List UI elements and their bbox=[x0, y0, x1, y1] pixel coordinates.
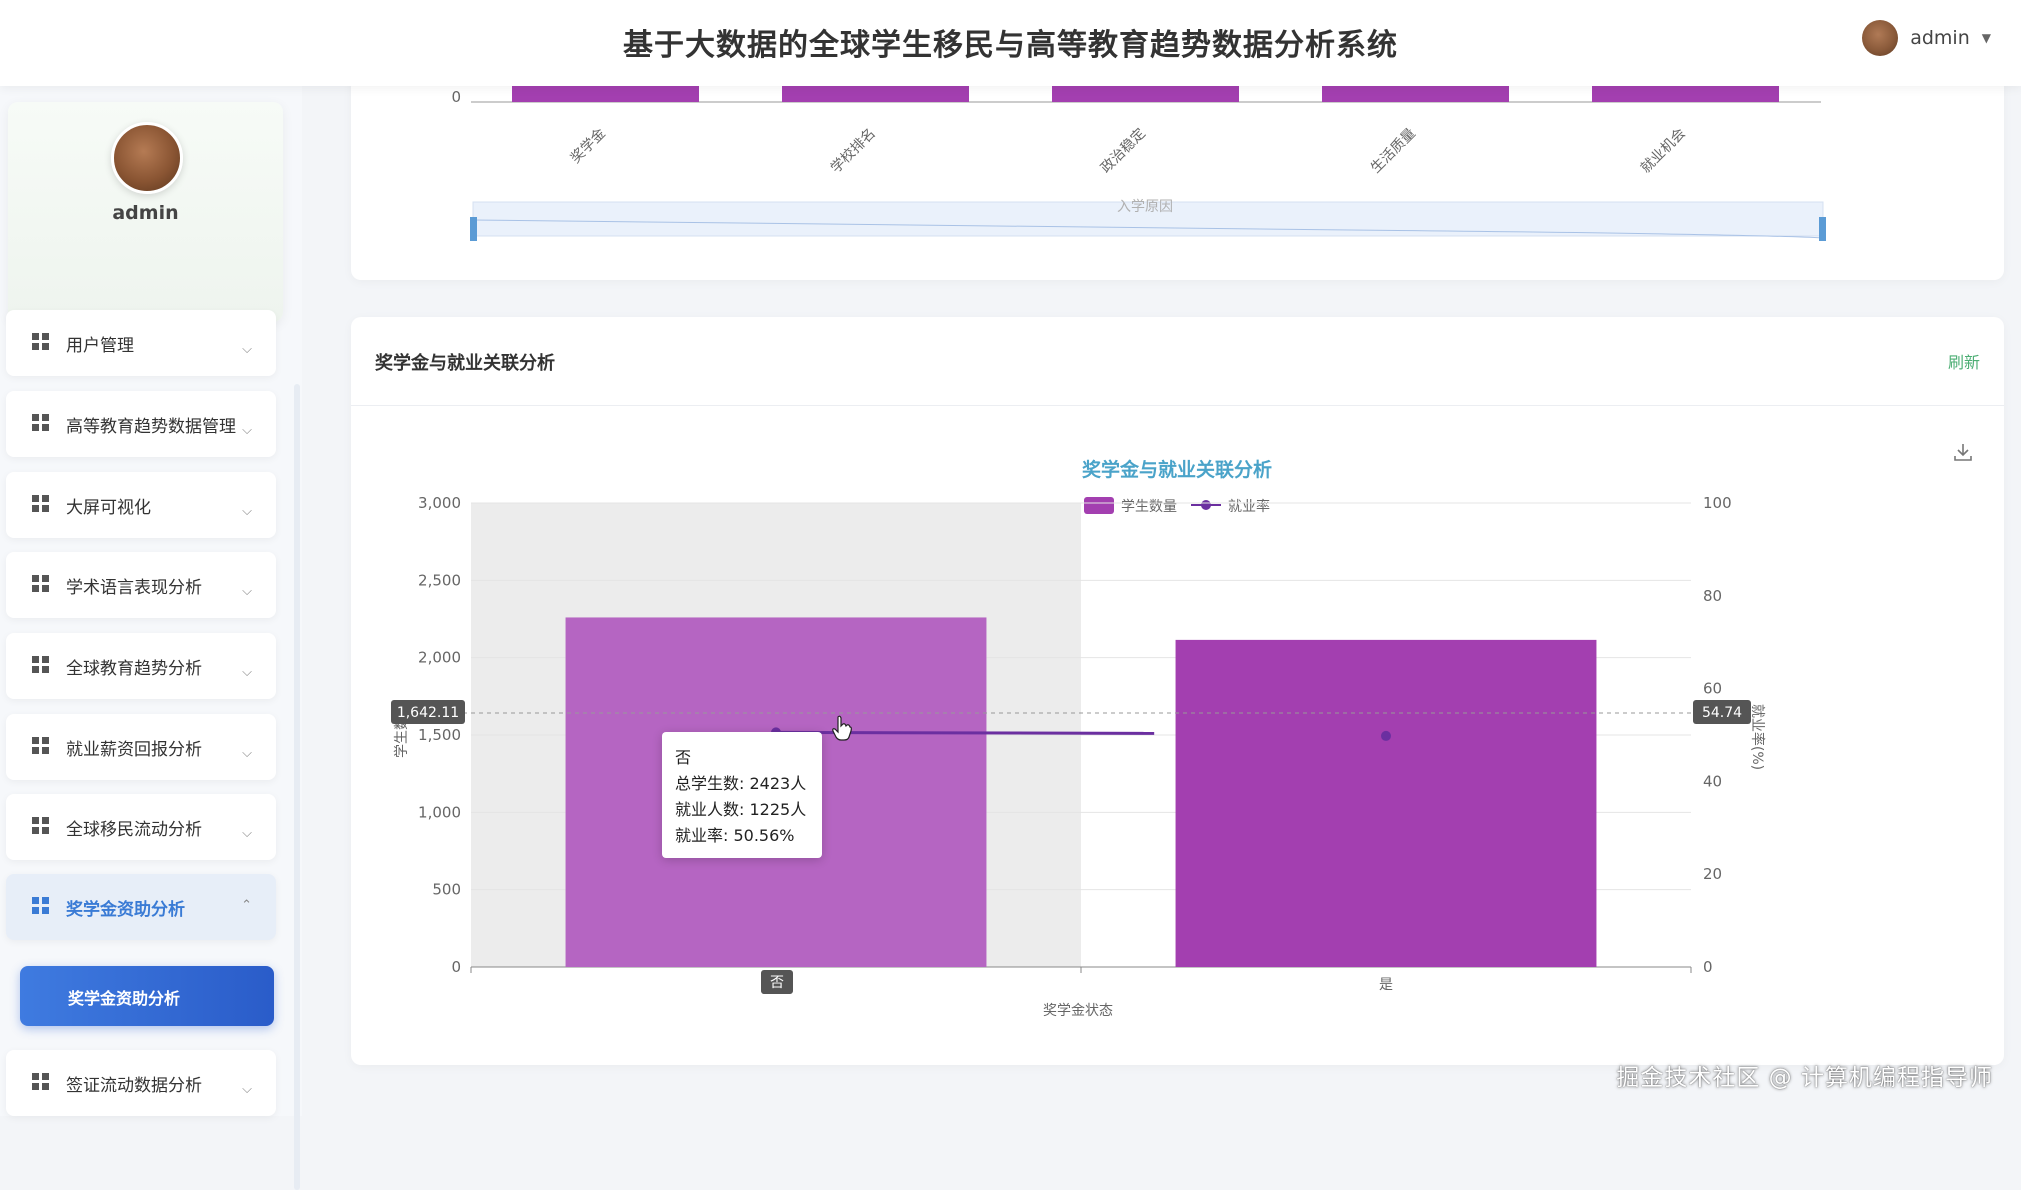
y-tick-label-right: 80 bbox=[1703, 587, 1722, 605]
bar[interactable] bbox=[1592, 86, 1779, 102]
top-header: 基于大数据的全球学生移民与高等教育趋势数据分析系统 admin ▼ bbox=[0, 0, 2021, 86]
y-tick-label-left: 0 bbox=[451, 958, 461, 976]
axis-pointer-value-left: 1,642.11 bbox=[397, 705, 459, 721]
x-tick-label: 奖学金 bbox=[567, 125, 609, 167]
bar[interactable] bbox=[782, 86, 969, 102]
bar[interactable] bbox=[1175, 639, 1597, 967]
y-axis-title-right: 就业率(%) bbox=[1749, 704, 1766, 770]
y-tick-label-right: 20 bbox=[1703, 865, 1722, 883]
caret-down-icon[interactable]: ▼ bbox=[1982, 31, 1991, 45]
bar[interactable] bbox=[512, 86, 699, 102]
grid-icon bbox=[32, 656, 49, 673]
axis-pointer-value-x: 否 bbox=[770, 975, 784, 991]
watermark: 掘金技术社区 @ 计算机编程指导师 bbox=[1616, 1065, 1993, 1091]
grid-icon bbox=[32, 495, 49, 512]
sidebar: admin 用户管理 ⌵ 高等教育趋势数据管理 ⌵ 大屏可视化 ⌵ 学术语言表现… bbox=[0, 74, 302, 1190]
scholarship-employment-card: 奖学金与就业关联分析 刷新 奖学金与就业关联分析 学生数量 就业率 0 500 1,… bbox=[351, 317, 2004, 1065]
y-tick-label-right: 40 bbox=[1703, 772, 1722, 790]
x-tick-label: 是 bbox=[1379, 977, 1393, 993]
chevron-down-icon: ⌵ bbox=[242, 746, 252, 761]
chevron-down-icon: ⌵ bbox=[242, 1082, 252, 1097]
y-tick-label-right: 0 bbox=[1703, 958, 1713, 976]
grid-icon bbox=[32, 575, 49, 592]
chevron-down-icon: ⌵ bbox=[242, 504, 252, 519]
scholarship-chart: 奖学金与就业关联分析 学生数量 就业率 0 500 1,000 1,500 2,000 2… bbox=[391, 458, 1766, 1019]
chevron-down-icon: ⌵ bbox=[242, 342, 252, 357]
x-tick-label: 生活质量 bbox=[1368, 126, 1419, 177]
y-tick-label-left: 2,000 bbox=[418, 649, 461, 667]
grid-icon bbox=[32, 817, 49, 834]
page-title: 基于大数据的全球学生移民与高等教育趋势数据分析系统 bbox=[623, 28, 1398, 63]
y-tick-label: 0 bbox=[451, 88, 461, 106]
chevron-down-icon: ⌵ bbox=[242, 826, 252, 841]
sidebar-item-label: 全球教育趋势分析 bbox=[66, 659, 202, 679]
grid-icon bbox=[32, 333, 49, 350]
chevron-down-icon: ⌵ bbox=[242, 665, 252, 680]
legend-swatch-bar[interactable] bbox=[1084, 497, 1114, 514]
sidebar-item-academic-language[interactable]: 学术语言表现分析 ⌵ bbox=[6, 552, 276, 618]
submenu-item-label: 奖学金资助分析 bbox=[68, 989, 181, 1008]
sidebar-item-visa-flow[interactable]: 签证流动数据分析 ⌵ bbox=[6, 1050, 276, 1116]
y-tick-label-left: 2,500 bbox=[418, 571, 461, 589]
legend-swatch-point[interactable] bbox=[1201, 500, 1211, 510]
x-tick-label: 学校排名 bbox=[827, 125, 879, 177]
datazoom-label: 入学原因 bbox=[1117, 199, 1173, 215]
avatar[interactable] bbox=[1862, 20, 1899, 56]
user-menu[interactable]: admin ▼ bbox=[1862, 20, 1991, 56]
grid-icon bbox=[32, 897, 49, 914]
sidebar-item-label: 就业薪资回报分析 bbox=[66, 740, 202, 760]
hand-cursor-icon bbox=[832, 715, 852, 741]
chart-tooltip: 否 总学生数: 2423人 就业人数: 1225人 就业率: 50.56% bbox=[662, 732, 822, 858]
y-tick-label-left: 1,000 bbox=[418, 803, 461, 821]
y-tick-label-left: 1,500 bbox=[418, 726, 461, 744]
tooltip-title: 否 bbox=[675, 748, 692, 767]
sidebar-item-users[interactable]: 用户管理 ⌵ bbox=[6, 310, 276, 376]
axis-pointer-value-right: 54.74 bbox=[1702, 705, 1742, 721]
x-tick-label: 就业机会 bbox=[1638, 126, 1689, 177]
y-tick-label-left: 3,000 bbox=[418, 494, 461, 512]
tooltip-line: 总学生数: 2423人 bbox=[675, 774, 807, 793]
chevron-down-icon: ⌵ bbox=[242, 584, 252, 599]
sidebar-item-salary-return[interactable]: 就业薪资回报分析 ⌵ bbox=[6, 714, 276, 780]
user-name[interactable]: admin bbox=[1910, 27, 1970, 49]
data-point[interactable] bbox=[1381, 730, 1391, 741]
bar[interactable] bbox=[1052, 86, 1239, 102]
sidebar-item-global-edu-trend[interactable]: 全球教育趋势分析 ⌵ bbox=[6, 633, 276, 699]
sidebar-item-label: 大屏可视化 bbox=[66, 498, 151, 518]
sidebar-item-migration-flow[interactable]: 全球移民流动分析 ⌵ bbox=[6, 794, 276, 860]
x-axis-title: 奖学金状态 bbox=[1043, 1002, 1113, 1019]
sidebar-scrollbar[interactable] bbox=[294, 384, 300, 1190]
datazoom-handle-right[interactable] bbox=[1819, 217, 1826, 241]
datazoom-handle-left[interactable] bbox=[470, 217, 477, 241]
submenu-item-scholarship-analysis[interactable]: 奖学金资助分析 bbox=[20, 966, 274, 1026]
grid-icon bbox=[32, 737, 49, 754]
chart-title: 奖学金与就业关联分析 bbox=[1082, 458, 1272, 481]
sidebar-item-label: 奖学金资助分析 bbox=[66, 900, 185, 920]
y-tick-label-right: 60 bbox=[1703, 680, 1722, 698]
sidebar-item-label: 用户管理 bbox=[66, 336, 134, 356]
y-tick-label-right: 100 bbox=[1703, 494, 1732, 512]
x-tick-label: 政治稳定 bbox=[1098, 126, 1149, 177]
tooltip-line: 就业人数: 1225人 bbox=[675, 800, 807, 819]
profile-avatar bbox=[111, 122, 183, 194]
tooltip-line: 就业率: 50.56% bbox=[675, 826, 795, 845]
sidebar-item-scholarship[interactable]: 奖学金资助分析 ⌃ bbox=[6, 874, 276, 940]
sidebar-item-label: 高等教育趋势数据管理 bbox=[66, 417, 236, 437]
profile-name: admin bbox=[112, 202, 179, 224]
bar[interactable] bbox=[1322, 86, 1509, 102]
grid-icon bbox=[32, 1073, 49, 1090]
y-tick-label-left: 500 bbox=[432, 881, 461, 899]
legend-label[interactable]: 就业率 bbox=[1228, 498, 1270, 515]
chevron-up-icon: ⌃ bbox=[241, 898, 252, 913]
sidebar-item-label: 学术语言表现分析 bbox=[66, 578, 202, 598]
legend-label[interactable]: 学生数量 bbox=[1121, 499, 1177, 515]
sidebar-item-big-screen[interactable]: 大屏可视化 ⌵ bbox=[6, 472, 276, 538]
chevron-down-icon: ⌵ bbox=[242, 423, 252, 438]
sidebar-item-label: 签证流动数据分析 bbox=[66, 1076, 202, 1096]
profile-card: admin bbox=[8, 102, 283, 322]
sidebar-item-label: 全球移民流动分析 bbox=[66, 820, 202, 840]
grid-icon bbox=[32, 414, 49, 431]
sidebar-item-higher-edu-data[interactable]: 高等教育趋势数据管理 ⌵ bbox=[6, 391, 276, 457]
